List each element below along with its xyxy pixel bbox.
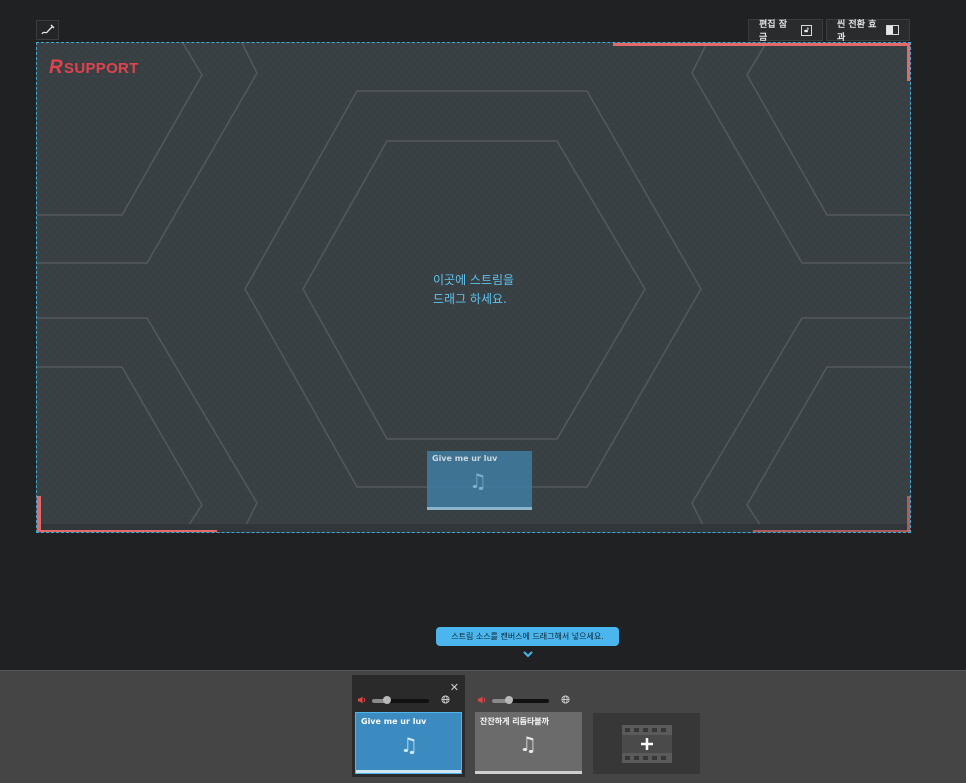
frame-corner [613,43,910,46]
source-controls [478,695,578,707]
stream-canvas[interactable]: R SUPPORT 이곳에 스트림을 드래그 하세요. Give me ur lu… [36,42,911,533]
frame-corner [37,496,41,532]
toggle-icon[interactable] [886,25,899,35]
edit-lock-label: 편집 잠금 [759,20,787,43]
frame-corner [753,530,910,532]
drop-hint-text: 이곳에 스트림을 드래그 하세요. [433,273,515,306]
volume-icon[interactable] [358,696,368,707]
canvas-stream-title: Give me ur luv [432,454,498,463]
progress-bar [427,507,532,510]
frame-corner [907,43,910,81]
music-icon: ♫ [400,733,418,757]
source-title: Give me ur luv [361,717,427,726]
pen-tool-button[interactable] [36,20,59,40]
globe-icon[interactable] [561,695,570,707]
source-item[interactable]: ✕ Give me ur luv ♫ [352,675,465,777]
rsupport-logo: R SUPPORT [49,57,139,78]
music-icon: ♫ [519,732,537,756]
lock-icon: 🔓︎ [801,24,812,36]
source-title: 잔잔하게 리듬타볼까 [480,717,550,726]
chevron-down-icon[interactable] [520,648,536,660]
source-item[interactable]: 잔잔하게 리듬타볼까 ♫ [472,675,585,777]
music-icon: ♫ [469,469,487,493]
scene-transition-button[interactable]: 씬 전환 효과 [826,19,910,43]
source-controls [358,695,458,707]
volume-slider[interactable] [372,696,429,704]
scene-transition-label: 씬 전환 효과 [837,20,877,43]
frame-corner [37,530,217,532]
add-source-button[interactable] [593,713,700,774]
canvas-stream-item[interactable]: Give me ur luv ♫ [427,451,532,510]
globe-icon[interactable] [441,695,450,707]
progress-bar [356,770,461,773]
source-card[interactable]: Give me ur luv ♫ [355,712,462,774]
volume-icon[interactable] [478,696,488,707]
source-tray: ✕ Give me ur luv ♫ 잔잔하게 리듬타볼까 ♫ [0,670,966,783]
source-card[interactable]: 잔잔하게 리듬타볼까 ♫ [475,712,582,774]
volume-slider[interactable] [492,696,549,704]
edit-lock-button[interactable]: 편집 잠금 🔓︎ [748,19,823,43]
frame-corner [907,496,910,532]
progress-bar [475,771,582,774]
close-icon[interactable]: ✕ [450,681,459,694]
film-add-icon [621,724,672,763]
pen-icon [40,24,54,35]
drag-hint-tooltip: 스트림 소스를 캔버스에 드래그해서 넣으세요. [436,627,619,646]
